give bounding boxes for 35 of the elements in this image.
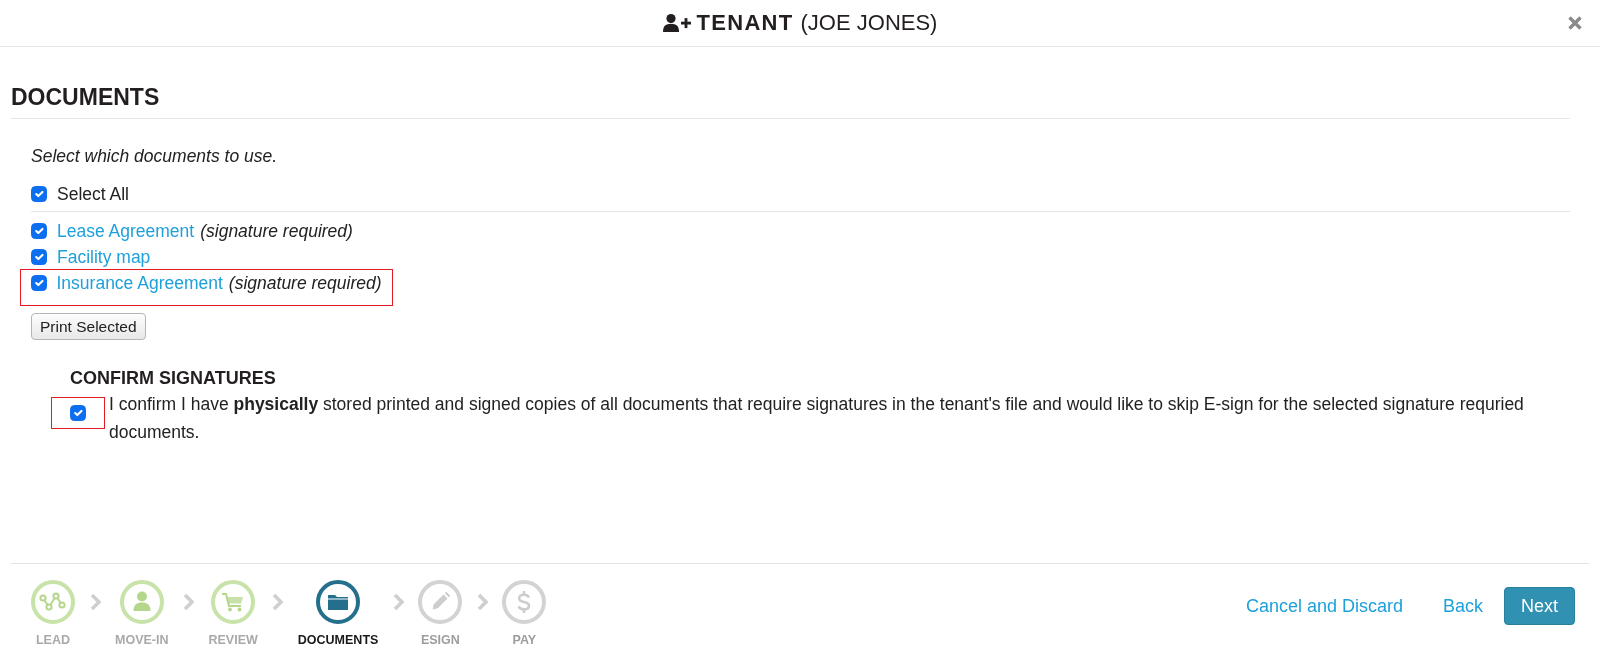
step-label: PAY bbox=[512, 632, 537, 648]
chevron-icon bbox=[476, 593, 488, 611]
close-icon bbox=[1568, 16, 1582, 30]
step-label: LEAD bbox=[36, 632, 70, 648]
checkbox[interactable] bbox=[30, 274, 47, 291]
confirm-title: CONFIRM SIGNATURES bbox=[70, 366, 276, 389]
tenant-name: (JOE JONES) bbox=[800, 10, 938, 36]
chevron-icon bbox=[183, 593, 194, 611]
next-button[interactable]: Next bbox=[1504, 587, 1575, 625]
confirm-text: I confirm I have physically stored printed and signed copies of all documents that require signatures in the tenant's file and would like to skip E-sign for the selected signature requried documents. bbox=[109, 393, 1525, 444]
section-title: DOCUMENTS bbox=[11, 84, 160, 110]
document-link[interactable]: Facility map bbox=[57, 243, 151, 271]
step-label: ESIGN bbox=[420, 632, 460, 648]
document-link[interactable]: Insurance Agreement bbox=[56, 269, 223, 296]
step-label: MOVE-IN bbox=[115, 632, 169, 648]
step-label: REVIEW bbox=[208, 632, 258, 648]
instruction-text: Select which documents to use. bbox=[31, 145, 278, 168]
dialog-title: TENANT bbox=[696, 10, 794, 36]
user-plus-icon bbox=[662, 14, 691, 32]
select-all-label: Select All bbox=[57, 182, 129, 206]
document-link[interactable]: Lease Agreement bbox=[57, 217, 195, 245]
close-button[interactable] bbox=[1568, 16, 1582, 30]
cancel-link[interactable]: Cancel and Discard bbox=[1245, 595, 1403, 617]
checkbox[interactable] bbox=[31, 223, 47, 239]
signature-note: (signature required) bbox=[228, 271, 382, 295]
signature-note: (signature required) bbox=[200, 219, 353, 243]
step-label: DOCUMENTS bbox=[297, 632, 379, 648]
print-selected-button[interactable]: Print Selected bbox=[31, 312, 146, 340]
checkbox[interactable] bbox=[31, 249, 47, 265]
chevron-icon bbox=[89, 593, 101, 611]
checkbox[interactable] bbox=[31, 186, 47, 202]
checkbox[interactable] bbox=[70, 404, 86, 421]
back-link[interactable]: Back bbox=[1442, 595, 1483, 617]
chevron-icon bbox=[392, 593, 404, 611]
chevron-icon bbox=[272, 593, 284, 611]
